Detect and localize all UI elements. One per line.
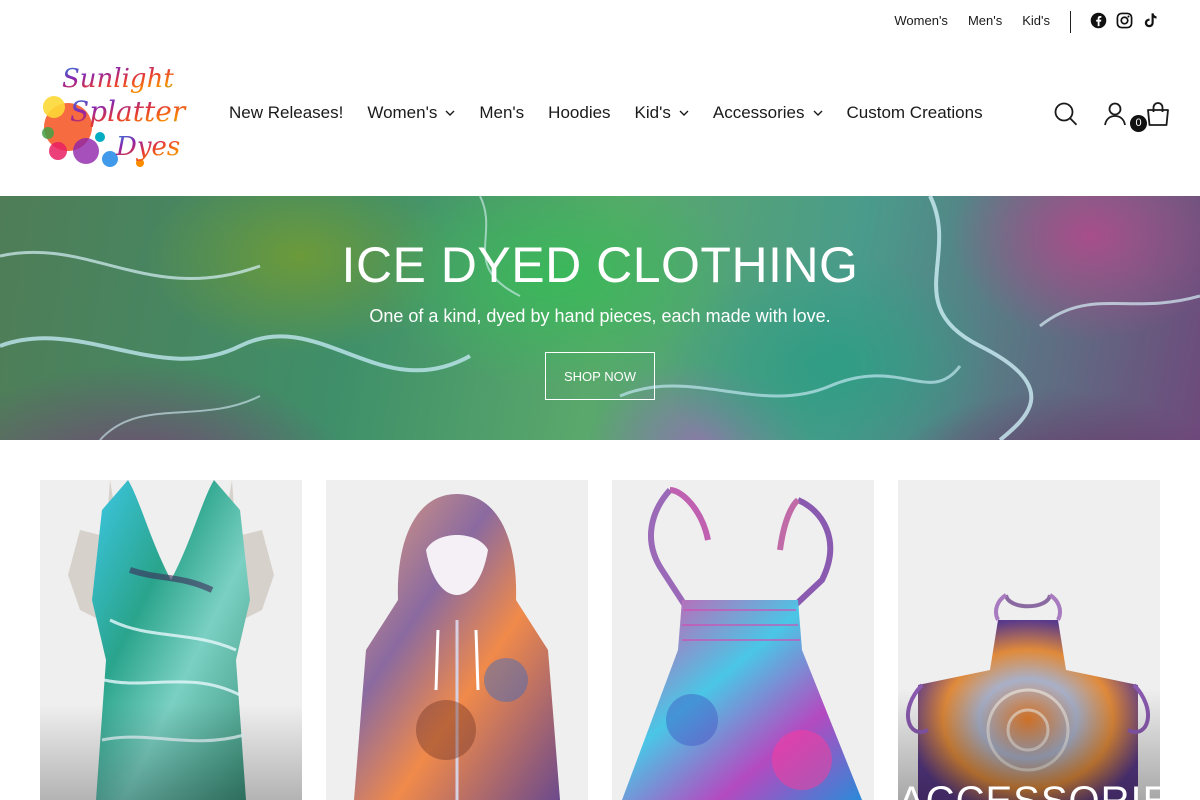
utility-link-womens[interactable]: Women's — [894, 13, 948, 28]
nav-item-label: Accessories — [712, 103, 805, 122]
nav-item-label: Custom Creations — [846, 103, 983, 122]
utility-links: Women's Men's Kid's — [894, 13, 1050, 28]
collection-tile-womens[interactable] — [40, 480, 302, 800]
search-icon[interactable] — [1054, 101, 1078, 132]
cart-count-badge[interactable]: 0 — [1130, 115, 1147, 132]
nav-item-label: Women's — [367, 103, 438, 122]
main-nav: New Releases! Women's Men's Hoodies Kid'… — [229, 103, 1007, 123]
logo-line-3: Dyes — [115, 132, 180, 162]
header-icons: 0 — [1054, 101, 1184, 132]
instagram-icon[interactable] — [1116, 12, 1133, 29]
chevron-down-icon — [679, 110, 689, 116]
nav-item-label: Kid's — [634, 103, 671, 122]
accessories-label: ACCESSORIES — [898, 779, 1160, 800]
chevron-down-icon — [445, 110, 455, 116]
collection-tile-hoodies[interactable] — [326, 480, 588, 800]
logo-line-1: Sunlight — [62, 64, 174, 94]
utility-divider — [1070, 11, 1071, 33]
nav-item-label: Hoodies — [548, 103, 611, 122]
nav-item-womens[interactable]: Women's — [367, 103, 455, 123]
hoodie-image — [354, 494, 560, 800]
hero-subtitle: One of a kind, dyed by hand pieces, each… — [369, 306, 831, 326]
hero-title: ICE DYED CLOTHING — [341, 237, 859, 293]
hero-banner: ICE DYED CLOTHING One of a kind, dyed by… — [0, 196, 1200, 440]
account-icon[interactable] — [1103, 101, 1127, 132]
utility-link-kids[interactable]: Kid's — [1022, 13, 1050, 28]
tiktok-icon[interactable] — [1142, 12, 1159, 29]
store-logo[interactable]: Sunlight Splatter Dyes — [40, 55, 200, 173]
collection-tile-kids[interactable] — [612, 480, 874, 800]
nav-item-label: New Releases! — [229, 103, 344, 122]
nav-item-new-releases[interactable]: New Releases! — [229, 103, 343, 123]
nav-item-mens[interactable]: Men's — [479, 103, 524, 123]
collection-tile-accessories[interactable]: ACCESSORIES — [898, 480, 1160, 800]
apron-image — [898, 480, 1160, 800]
chevron-down-icon — [813, 110, 823, 116]
social-links — [1090, 12, 1159, 29]
cart-icon[interactable] — [1145, 101, 1171, 132]
dress-image — [40, 480, 302, 800]
kids-dress-image — [622, 487, 862, 800]
nav-item-accessories[interactable]: Accessories — [713, 103, 823, 123]
nav-item-label: Men's — [479, 103, 525, 122]
nav-item-kids[interactable]: Kid's — [635, 103, 689, 123]
facebook-icon[interactable] — [1090, 12, 1107, 29]
shop-now-button[interactable]: SHOP NOW — [545, 352, 655, 400]
nav-item-hoodies[interactable]: Hoodies — [548, 103, 610, 123]
utility-link-mens[interactable]: Men's — [968, 13, 1002, 28]
logo-line-2: Splatter — [70, 95, 187, 128]
nav-item-custom-creations[interactable]: Custom Creations — [847, 103, 983, 123]
utility-bar: Women's Men's Kid's — [0, 0, 1200, 44]
